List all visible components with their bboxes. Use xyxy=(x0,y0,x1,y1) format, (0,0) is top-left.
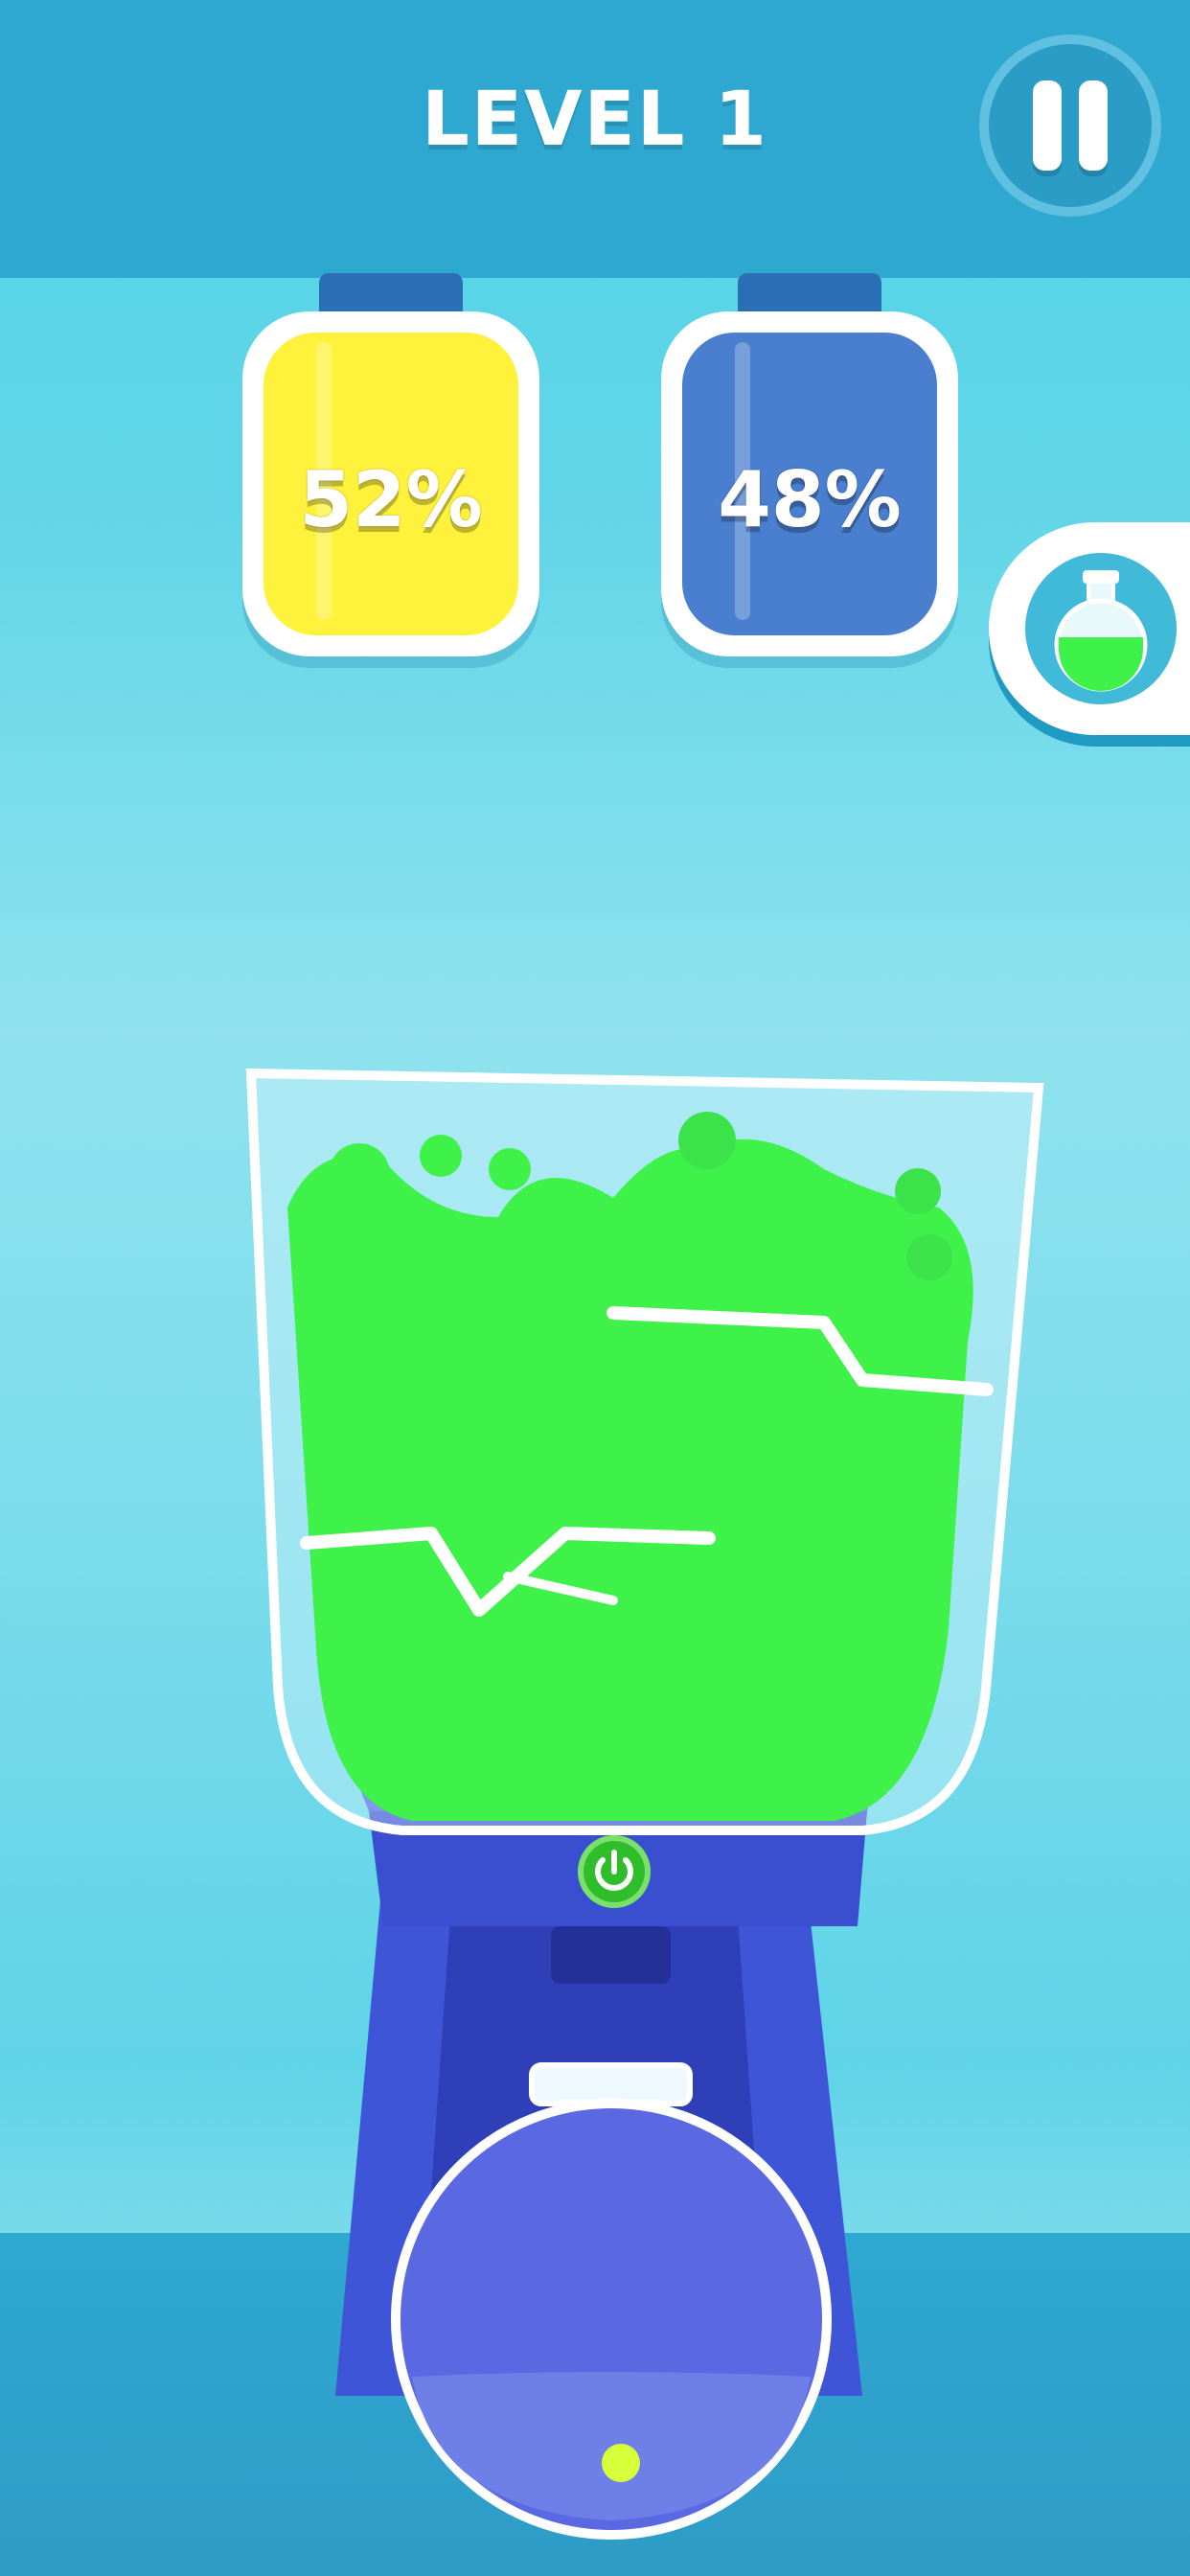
blender[interactable] xyxy=(0,0,1190,2576)
power-button[interactable] xyxy=(578,1835,651,1908)
power-icon xyxy=(595,1850,633,1892)
blender-glass xyxy=(245,1068,1044,1835)
